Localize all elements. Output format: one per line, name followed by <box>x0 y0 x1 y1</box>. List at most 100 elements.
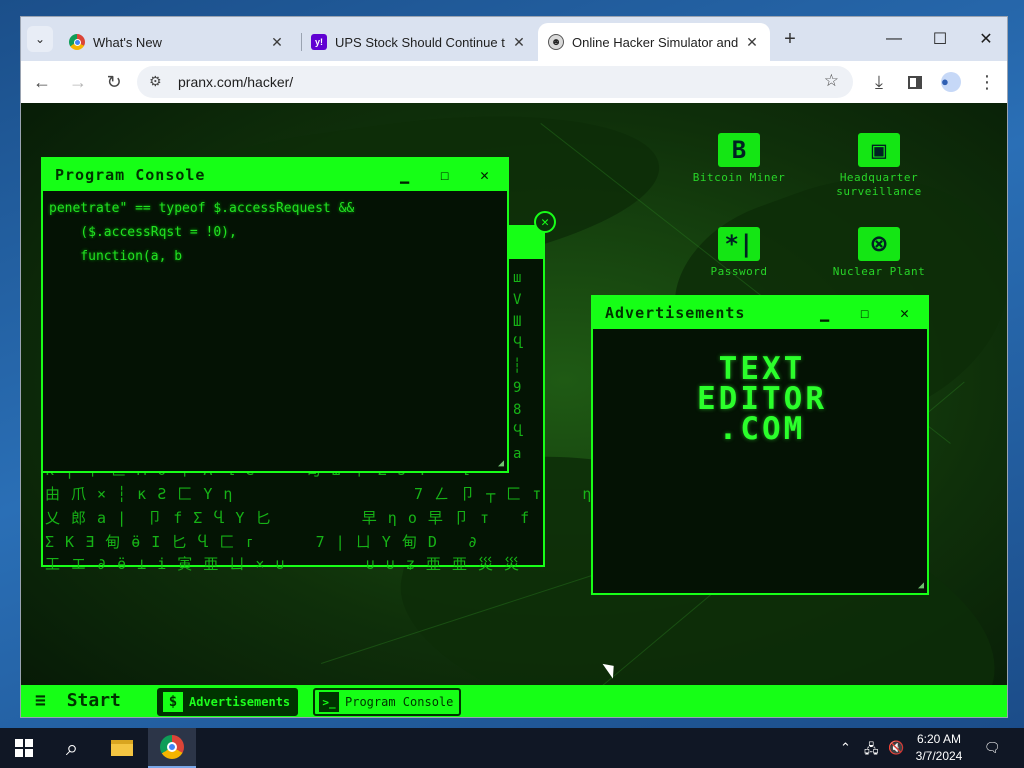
advertisements-body: TEXT EDITOR .COM ◢ <box>593 329 927 593</box>
url-text[interactable]: pranx.com/hacker/ <box>178 74 293 90</box>
ad-logo-line: EDITOR <box>697 381 827 417</box>
advertisements-window[interactable]: Advertisements ▁ ☐ ✕ TEXT EDITOR .COM ◢ <box>591 295 929 595</box>
volume-muted-icon[interactable]: 🔇 <box>888 740 904 756</box>
desktop-icon-surveillance[interactable]: ▣ Headquarter surveillance <box>824 133 934 199</box>
reload-button[interactable]: ↻ <box>101 70 127 94</box>
back-button[interactable]: ← <box>29 70 55 94</box>
file-explorer-button[interactable] <box>98 728 146 768</box>
taskbar-item-program-console[interactable]: >_ Program Console <box>313 688 462 716</box>
ad-logo-line: TEXT <box>718 351 806 387</box>
windows-start-button[interactable] <box>0 728 48 768</box>
chrome-taskbar-button[interactable] <box>148 728 196 768</box>
arrow-right-icon: → <box>69 71 87 92</box>
close-icon: ✕ <box>979 31 993 48</box>
chrome-window: ⌄ What's New ✕ y! UPS Stock Should Conti… <box>20 16 1008 718</box>
browser-toolbar: ← → ↻ ⚙ pranx.com/hacker/ ☆ ⤓ ● ⋮ <box>21 61 1007 103</box>
code-line: ($.accessRqst = !0), <box>49 225 237 240</box>
close-icon[interactable]: ✕ <box>469 159 501 191</box>
chrome-icon <box>160 735 184 759</box>
windows-taskbar: ⌕ ⌃ 🖧 🔇 6:20 AM 3/7/2024 🗨 <box>0 728 1024 768</box>
tab-hacker-simulator[interactable]: ☻ Online Hacker Simulator and Ty ✕ <box>538 23 770 61</box>
dollar-icon: $ <box>163 692 183 712</box>
maximize-button[interactable]: ☐ <box>917 25 963 53</box>
tab-search-button[interactable]: ⌄ <box>27 26 53 52</box>
search-button[interactable]: ⌕ <box>48 728 96 768</box>
advertisements-titlebar[interactable]: Advertisements ▁ ☐ ✕ <box>593 297 927 329</box>
code-line: function(a, b <box>49 249 183 264</box>
minimize-button[interactable]: — <box>871 25 917 53</box>
clock-date: 3/7/2024 <box>915 749 963 763</box>
bookmark-star-icon[interactable]: ☆ <box>824 71 839 91</box>
chevron-up-icon[interactable]: ⌃ <box>840 740 851 756</box>
close-icon[interactable]: ✕ <box>889 297 921 329</box>
close-icon[interactable]: ✕ <box>744 34 760 51</box>
code-line: penetrate" == typeof $.accessRequest && <box>49 201 355 216</box>
site-info-icon[interactable]: ⚙ <box>149 73 162 90</box>
desktop-icon-password[interactable]: *| Password <box>684 227 794 279</box>
close-icon[interactable]: ✕ <box>269 34 285 51</box>
ad-logo-line: .COM <box>718 411 806 447</box>
notification-icon[interactable]: 🗨 <box>984 740 1001 756</box>
program-console-window[interactable]: Program Console ▁ ☐ ✕ penetrate" == type… <box>41 157 509 473</box>
maximize-icon[interactable]: ☐ <box>429 159 461 191</box>
menu-button[interactable]: ⋮ <box>974 70 1000 94</box>
minimize-icon: — <box>886 30 902 47</box>
tab-title: What's New <box>93 34 162 50</box>
new-tab-button[interactable]: + <box>779 28 801 50</box>
taskbar-item-advertisements[interactable]: $ Advertisements <box>157 688 299 716</box>
clock-time: 6:20 AM <box>916 732 962 746</box>
start-label: Start <box>66 690 121 711</box>
close-icon[interactable]: ✕ <box>511 34 527 51</box>
minimize-icon[interactable]: ▁ <box>809 297 841 329</box>
tab-title: UPS Stock Should Continue to G <box>335 34 505 50</box>
folder-icon <box>111 740 133 756</box>
download-icon: ⤓ <box>875 71 883 92</box>
desktop-icon-bitcoin-miner[interactable]: B Bitcoin Miner <box>684 133 794 185</box>
desktop-icon-nuclear-plant[interactable]: ⊗ Nuclear Plant <box>824 227 934 279</box>
maximize-icon: ☐ <box>932 31 948 48</box>
desktop-icon-label: Bitcoin Miner <box>692 171 786 184</box>
windows-logo-icon <box>15 739 33 757</box>
matrix-text-row: 由 爪 × ┆ к Ƨ 匚 Y η 7 ㄥ 卩 ┬ 匚 т η <box>45 485 593 503</box>
simulator-taskbar: ≡ Start $ Advertisements >_ Program Cons… <box>21 685 1007 717</box>
maximize-icon[interactable]: ☐ <box>849 297 881 329</box>
matrix-text-column: ш V Ш Ⴁ ┆ 9 8 Ⴁ а <box>513 270 525 462</box>
console-body[interactable]: penetrate" == typeof $.accessRequest && … <box>43 191 507 471</box>
close-window-button[interactable]: ✕ <box>963 25 1007 53</box>
profile-button[interactable]: ● <box>938 70 964 94</box>
minimize-icon[interactable]: ▁ <box>389 159 421 191</box>
window-title: Advertisements <box>605 304 746 322</box>
surveillance-icon: ▣ <box>858 133 900 167</box>
window-title: Program Console <box>55 166 206 184</box>
kebab-menu-icon: ⋮ <box>978 71 996 92</box>
pranx-icon: ☻ <box>548 34 564 50</box>
tab-ups-stock[interactable]: y! UPS Stock Should Continue to G ✕ <box>301 23 537 61</box>
side-panel-icon <box>908 75 922 89</box>
side-panel-button[interactable] <box>902 70 928 94</box>
forward-button[interactable]: → <box>65 70 91 94</box>
hacker-simulator-page: B Bitcoin Miner ▣ Headquarter surveillan… <box>21 103 1007 717</box>
avatar-icon: ● <box>941 72 961 92</box>
program-console-titlebar[interactable]: Program Console ▁ ☐ ✕ <box>43 159 507 191</box>
address-bar[interactable]: ⚙ pranx.com/hacker/ ☆ <box>137 66 853 98</box>
password-icon: *| <box>718 227 760 261</box>
matrix-text-row: Σ К Ǝ 甸 ӫ I 匕 Ⴁ 匚 ᴦ 7 | ㄩ Y 甸 D ∂ <box>45 533 479 551</box>
nuclear-icon: ⊗ <box>858 227 900 261</box>
texteditor-ad-logo[interactable]: TEXT EDITOR .COM <box>677 354 847 446</box>
download-button[interactable]: ⤓ <box>866 70 892 94</box>
resize-grip-icon[interactable]: ◢ <box>498 458 504 469</box>
taskbar-item-label: Advertisements <box>189 695 291 709</box>
network-icon[interactable]: 🖧 <box>864 740 879 762</box>
desktop-icon-label: Headquarter surveillance <box>836 171 922 198</box>
close-matrix-button[interactable]: ✕ <box>534 211 556 233</box>
resize-grip-icon[interactable]: ◢ <box>918 580 924 591</box>
system-clock[interactable]: 6:20 AM 3/7/2024 <box>904 731 974 765</box>
tab-whats-new[interactable]: What's New ✕ <box>59 23 295 61</box>
search-icon: ⌕ <box>65 735 79 760</box>
tab-strip: ⌄ What's New ✕ y! UPS Stock Should Conti… <box>21 17 1007 61</box>
start-button[interactable]: ≡ Start <box>35 690 121 711</box>
reload-icon: ↻ <box>106 71 122 92</box>
desktop-icon-label: Nuclear Plant <box>832 265 926 278</box>
close-icon: ✕ <box>541 214 549 230</box>
chrome-icon <box>69 34 85 50</box>
